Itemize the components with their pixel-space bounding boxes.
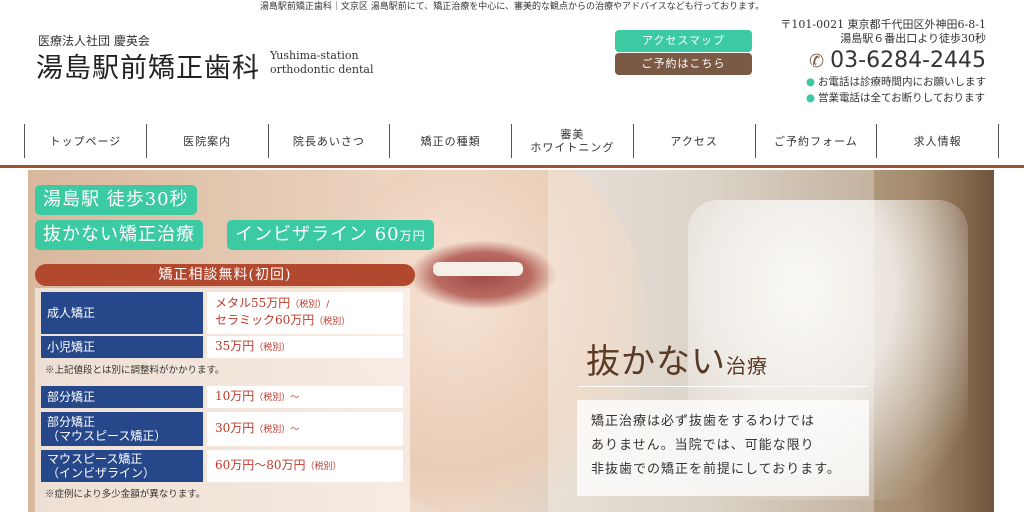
price-value: メタル55万円（税別）/ セラミック60万円（税別）: [207, 292, 403, 334]
slogan-divider: [578, 386, 868, 387]
bullet-icon: ●: [805, 92, 815, 104]
phone-note: ● お電話は診療時間内にお願いします: [805, 76, 986, 88]
nav-top[interactable]: トップページ: [24, 124, 146, 158]
table-row: 部分矯正 10万円（税別）〜: [41, 386, 403, 408]
free-consultation-banner: 矯正相談無料(初回): [35, 264, 415, 286]
nav-recruit[interactable]: 求人情報: [876, 124, 999, 158]
walk-badge: 湯島駅 徒歩30秒: [35, 185, 197, 215]
price-label: 成人矯正: [41, 292, 203, 334]
nav-orthodontic-types[interactable]: 矯正の種類: [389, 124, 511, 158]
hero-slogan: 抜かない治療: [586, 342, 768, 382]
teeth-image: [433, 262, 523, 276]
price-label: 小児矯正: [41, 336, 203, 358]
price-value: 10万円（税別）〜: [207, 386, 403, 408]
header-divider: [0, 165, 1024, 168]
price-value: 35万円（税別）: [207, 336, 403, 358]
phone-number[interactable]: ✆ 03-6284-2445: [809, 48, 986, 73]
global-nav: トップページ 医院案内 院長あいさつ 矯正の種類 審美 ホワイトニング アクセス …: [24, 124, 999, 158]
price-label: 部分矯正 （マウスピース矯正）: [41, 412, 203, 446]
price-table: 成人矯正 メタル55万円（税別）/ セラミック60万円（税別） 小児矯正 35万…: [35, 288, 410, 512]
address-line1: 〒101-0021 東京都千代田区外神田6-8-1: [780, 18, 986, 31]
price-value: 60万円〜80万円（税別）: [207, 450, 403, 482]
invisalign-badge: インビザライン 60万円: [227, 220, 434, 250]
table-row: マウスピース矯正 （インビザライン） 60万円〜80万円（税別）: [41, 450, 403, 482]
phone-number-text: 03-6284-2445: [830, 48, 986, 73]
no-extraction-badge: 抜かない矯正治療: [35, 220, 203, 250]
clinic-logo-english: Yushima-station orthodontic dental: [270, 49, 374, 77]
site-tagline: 湯島駅前矯正歯科｜文京区 湯島駅前にて、矯正治療を中心に、審美的な観点からの治療…: [259, 2, 765, 12]
logo-en-line2: orthodontic dental: [270, 63, 374, 76]
table-row: 部分矯正 （マウスピース矯正） 30万円（税別）〜: [41, 412, 403, 446]
nav-whitening[interactable]: 審美 ホワイトニング: [511, 124, 633, 158]
price-value: 30万円（税別）〜: [207, 412, 403, 446]
phone-notes: ● お電話は診療時間内にお願いします ● 営業電話は全てお断りしております: [806, 74, 986, 106]
clinic-logo[interactable]: 湯島駅前矯正歯科: [36, 46, 260, 85]
nav-reservation-form[interactable]: ご予約フォーム: [754, 124, 877, 158]
nav-greeting[interactable]: 院長あいさつ: [267, 124, 390, 158]
price-label: 部分矯正: [41, 386, 203, 408]
address-line2: 湯島駅６番出口より徒歩30秒: [840, 32, 986, 45]
logo-en-line1: Yushima-station: [270, 49, 359, 62]
bullet-icon: ●: [805, 76, 815, 88]
price-note: ※症例により多少金額が異なります。: [45, 489, 206, 500]
nav-clinic[interactable]: 医院案内: [145, 124, 268, 158]
table-row: 小児矯正 35万円（税別）: [41, 336, 403, 358]
phone-icon: ✆: [809, 51, 825, 72]
phone-note: ● 営業電話は全てお断りしております: [805, 92, 986, 104]
address: 〒101-0021 東京都千代田区外神田6-8-1 湯島駅６番出口より徒歩30秒: [780, 18, 986, 46]
price-note: ※上記値段とは別に調整料がかかります。: [45, 365, 225, 376]
table-row: 成人矯正 メタル55万円（税別）/ セラミック60万円（税別）: [41, 292, 403, 334]
price-label: マウスピース矯正 （インビザライン）: [41, 450, 203, 482]
hero-description: 矯正治療は必ず抜歯をするわけでは ありません。当院では、可能な限り 非抜歯での矯…: [577, 400, 869, 496]
access-map-button[interactable]: アクセスマップ: [615, 30, 752, 52]
nav-access[interactable]: アクセス: [632, 124, 755, 158]
reserve-button[interactable]: ご予約はこちら: [615, 53, 752, 75]
